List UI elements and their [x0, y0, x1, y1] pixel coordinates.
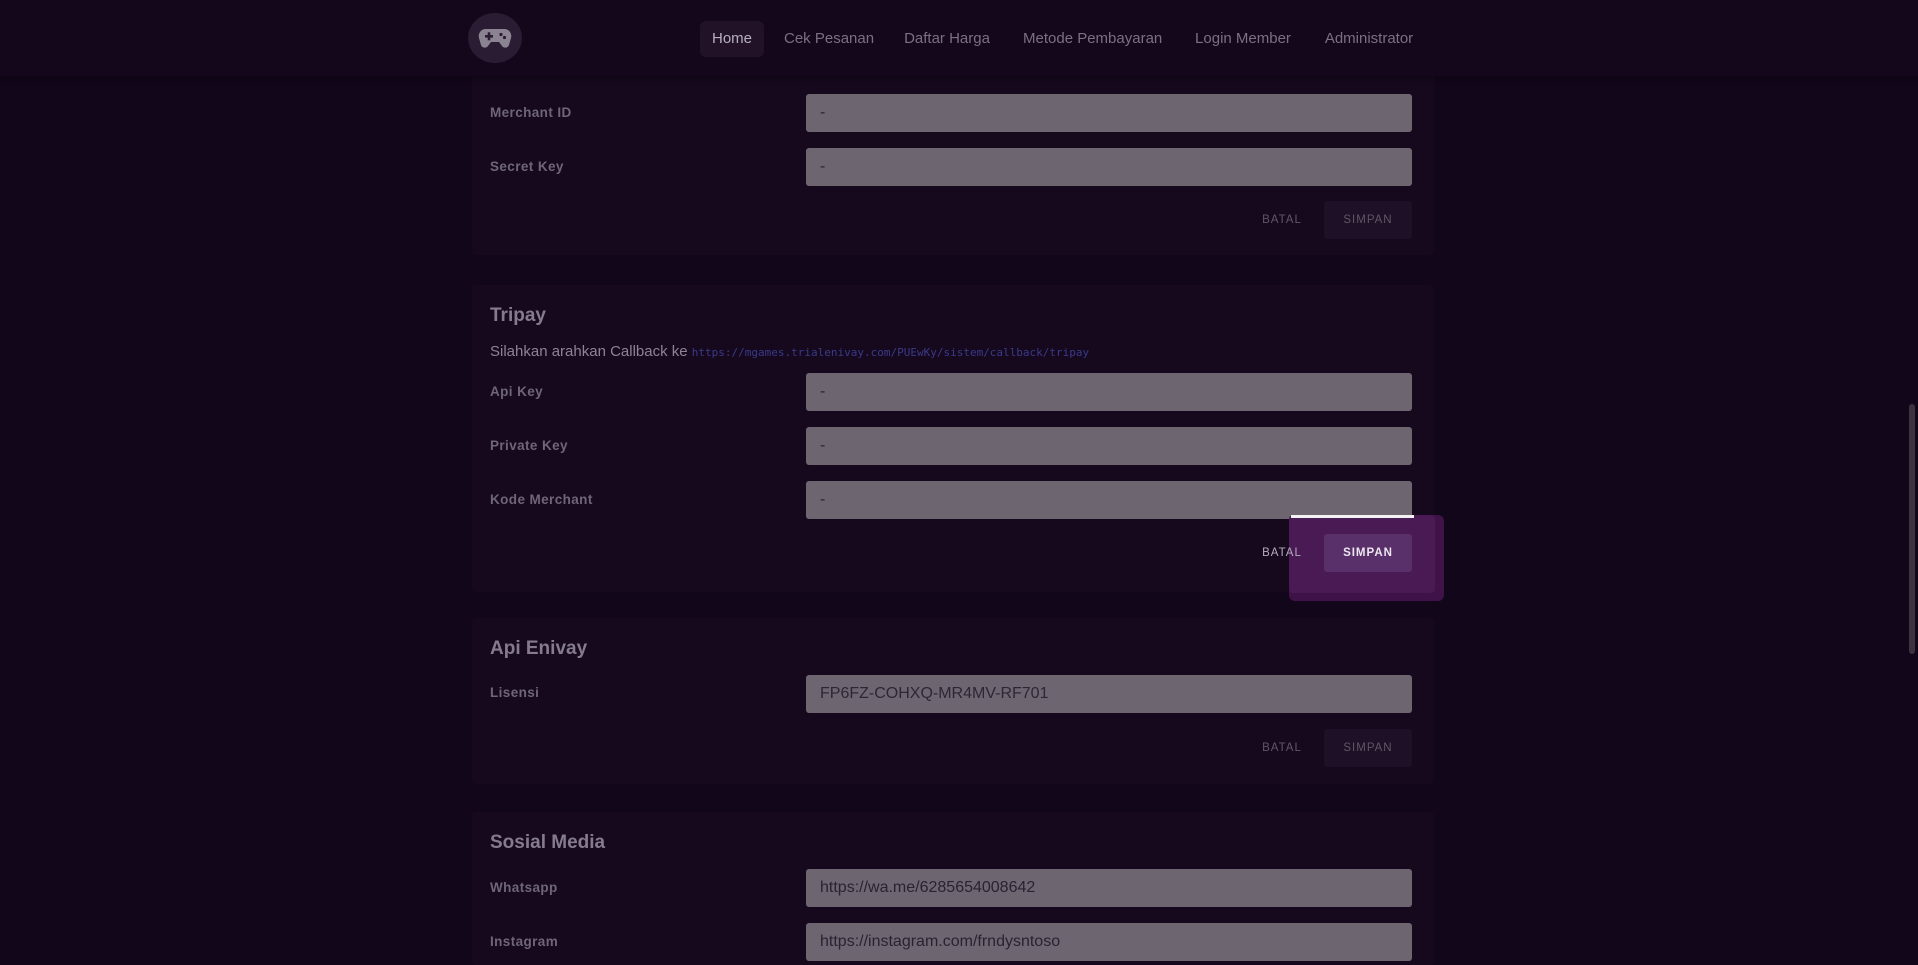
- api-enivay-cancel-button[interactable]: BATAL: [1252, 729, 1312, 767]
- kode-merchant-label: Kode Merchant: [490, 492, 593, 507]
- site-logo[interactable]: [468, 13, 522, 63]
- secret-key-input[interactable]: -: [806, 148, 1412, 186]
- cancel-button[interactable]: BATAL: [1252, 201, 1312, 239]
- instagram-input[interactable]: https://instagram.com/frndysntoso: [806, 923, 1412, 961]
- nav-cek-pesanan[interactable]: Cek Pesanan: [784, 21, 874, 57]
- save-button[interactable]: SIMPAN: [1324, 201, 1412, 239]
- api-enivay-save-button[interactable]: SIMPAN: [1324, 729, 1412, 767]
- nav-metode-pembayaran[interactable]: Metode Pembayaran: [1023, 21, 1162, 57]
- secret-key-label: Secret Key: [490, 159, 564, 174]
- merchant-id-input[interactable]: -: [806, 94, 1412, 132]
- callback-info: Silahkan arahkan Callback ke https://mga…: [490, 343, 1089, 360]
- callback-url[interactable]: https://mgames.trialenivay.com/PUEwKy/si…: [692, 346, 1089, 359]
- nav-administrator[interactable]: Administrator: [1323, 21, 1415, 57]
- nav-login-member[interactable]: Login Member: [1194, 21, 1292, 57]
- focus-highlight-line: [1291, 515, 1414, 518]
- tripay-save-button[interactable]: SIMPAN: [1324, 534, 1412, 572]
- whatsapp-label: Whatsapp: [490, 880, 558, 895]
- whatsapp-input[interactable]: https://wa.me/6285654008642: [806, 869, 1412, 907]
- lisensi-label: Lisensi: [490, 685, 540, 700]
- nav-daftar-harga[interactable]: Daftar Harga: [904, 21, 990, 57]
- sosial-media-card: Sosial Media Whatsapp https://wa.me/6285…: [472, 812, 1434, 965]
- tripay-title: Tripay: [490, 305, 546, 326]
- private-key-label: Private Key: [490, 438, 568, 453]
- api-key-input[interactable]: -: [806, 373, 1412, 411]
- page-scrollbar[interactable]: [1909, 404, 1915, 654]
- kode-merchant-input[interactable]: -: [806, 481, 1412, 519]
- private-key-input[interactable]: -: [806, 427, 1412, 465]
- top-navbar: Home Cek Pesanan Daftar Harga Metode Pem…: [0, 0, 1918, 76]
- instagram-label: Instagram: [490, 934, 559, 949]
- callback-text: Silahkan arahkan Callback ke: [490, 343, 688, 360]
- api-enivay-title: Api Enivay: [490, 638, 588, 659]
- api-key-label: Api Key: [490, 384, 544, 399]
- gamepad-icon: [478, 28, 512, 48]
- merchant-id-label: Merchant ID: [490, 105, 572, 120]
- api-enivay-card: Api Enivay Lisensi FP6FZ-COHXQ-MR4MV-RF7…: [472, 618, 1434, 784]
- sosial-media-title: Sosial Media: [490, 832, 606, 853]
- tripay-cancel-button[interactable]: BATAL: [1252, 534, 1312, 572]
- nav-home[interactable]: Home: [700, 21, 764, 57]
- lisensi-input[interactable]: FP6FZ-COHXQ-MR4MV-RF701: [806, 675, 1412, 713]
